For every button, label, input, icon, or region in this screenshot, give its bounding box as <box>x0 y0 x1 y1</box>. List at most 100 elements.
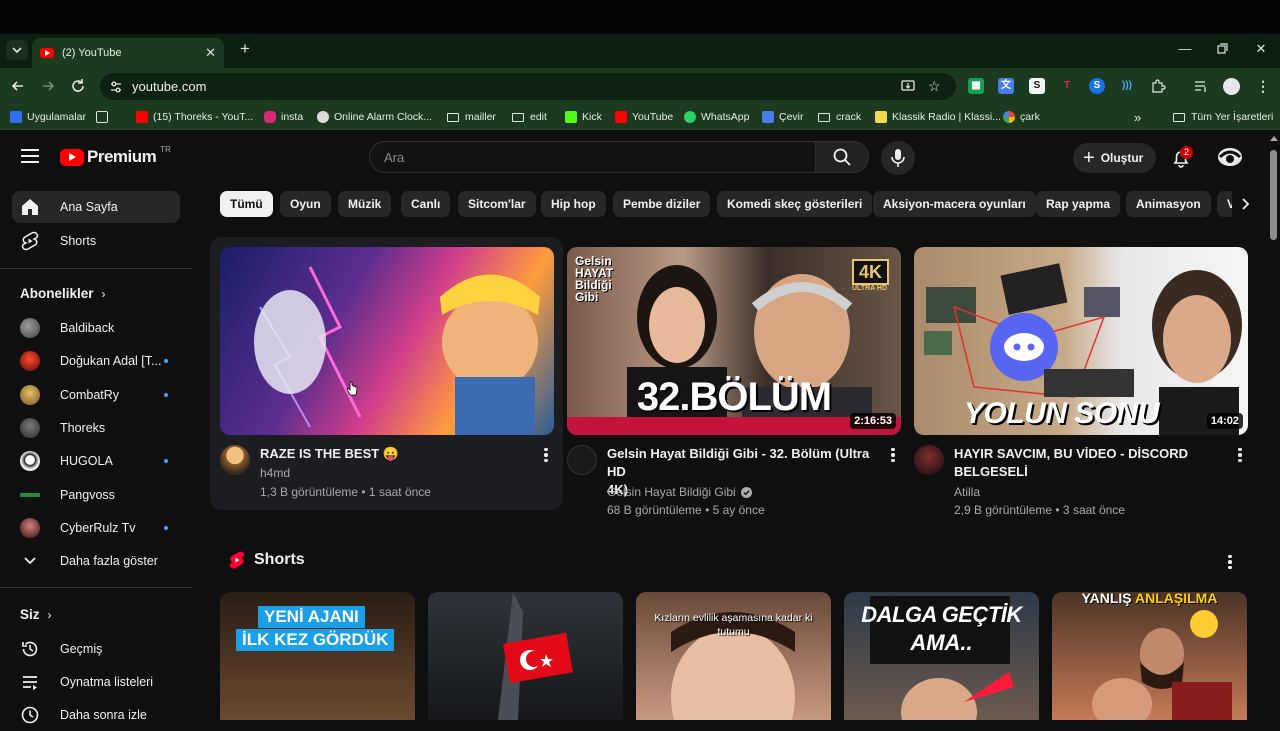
chip-action-adventure[interactable]: Aksiyon-macera oyunları <box>873 191 1036 217</box>
short-thumbnail[interactable] <box>428 592 623 720</box>
video-channel[interactable]: Atilla <box>954 485 980 499</box>
media-controls-icon[interactable] <box>1193 78 1209 94</box>
scroll-up-arrow-icon[interactable] <box>1270 136 1278 141</box>
video-thumbnail[interactable]: Gelsin HAYAT Bildiği Gibi 4K ULTRA HD 32… <box>567 247 901 435</box>
subscription-pangvoss[interactable]: Pangvoss <box>12 479 180 511</box>
folder-icon <box>1173 112 1185 122</box>
short-thumbnail[interactable]: DALGA GEÇTİK AMA.. <box>844 592 1039 720</box>
bookmark-apps[interactable]: Uygulamalar <box>10 109 86 125</box>
chip-soap-operas[interactable]: Pembe diziler <box>613 191 711 217</box>
forward-button[interactable] <box>38 76 58 96</box>
bookmark-alarm[interactable]: Online Alarm Clock... <box>317 109 432 125</box>
search-box[interactable] <box>369 141 816 173</box>
account-avatar[interactable] <box>1216 145 1244 169</box>
voice-search-button[interactable] <box>881 141 915 175</box>
subscription-label: Pangvoss <box>60 488 115 502</box>
extension-s-icon[interactable]: S <box>1029 78 1045 94</box>
subscription-combatry[interactable]: CombatRy <box>12 379 180 411</box>
short-thumbnail[interactable]: YENİ AJANI İLK KEZ GÖRDÜK <box>220 592 415 720</box>
extension-translate-icon[interactable]: 文 <box>998 78 1014 94</box>
install-app-icon[interactable] <box>901 80 915 93</box>
bookmark-kick[interactable]: Kick <box>565 109 602 125</box>
chips-next-button[interactable] <box>1232 191 1258 217</box>
bookmark-cevir[interactable]: Çevir <box>762 109 804 125</box>
bookmark-cark[interactable]: çark <box>1003 109 1040 125</box>
sidebar-item-playlists[interactable]: Oynatma listeleri <box>12 666 180 698</box>
channel-avatar[interactable] <box>220 445 250 475</box>
video-thumbnail[interactable] <box>220 247 554 435</box>
channel-avatar[interactable] <box>914 445 944 475</box>
chip-all[interactable]: Tümü <box>220 191 273 217</box>
sidebar-item-home[interactable]: Ana Sayfa <box>12 191 180 223</box>
extensions-puzzle-icon[interactable] <box>1150 78 1166 94</box>
sidebar-item-shorts[interactable]: Shorts <box>12 225 180 257</box>
all-bookmarks[interactable]: Tüm Yer İşaretleri <box>1173 109 1273 125</box>
subscription-cyberrulz[interactable]: CyberRulz Tv <box>12 512 180 544</box>
extension-t-icon[interactable]: T <box>1059 78 1075 94</box>
browser-tab[interactable]: (2) YouTube ✕ <box>32 38 224 68</box>
chip-hiphop[interactable]: Hip hop <box>541 191 606 217</box>
bookmark-whatsapp[interactable]: WhatsApp <box>684 109 749 125</box>
subscription-baldiback[interactable]: Baldiback <box>12 312 180 344</box>
chip-gaming[interactable]: Oyun <box>280 191 331 217</box>
reload-button[interactable] <box>68 76 88 96</box>
short-thumbnail[interactable]: Kızların evlilik aşamasına kadar ki tutu… <box>636 592 831 720</box>
extension-audio-icon[interactable]: ))) <box>1119 78 1135 94</box>
new-tab-button[interactable]: + <box>236 40 254 58</box>
chip-sitcoms[interactable]: Sitcom'lar <box>458 191 536 217</box>
subscription-dogukan-adal[interactable]: Doğukan Adal [T... <box>12 345 180 377</box>
close-tab-icon[interactable]: ✕ <box>205 45 216 61</box>
extension-shazam-icon[interactable]: S <box>1089 78 1105 94</box>
video-thumbnail[interactable]: YOLUN SONU 14:02 <box>914 247 1248 435</box>
extension-sheets-icon[interactable]: ▦ <box>968 78 984 94</box>
sidebar-item-history[interactable]: Geçmiş <box>12 633 180 665</box>
bookmark-youtube[interactable]: YouTube <box>615 109 673 125</box>
subscription-label: Doğukan Adal [T... <box>60 354 162 368</box>
video-title[interactable]: RAZE IS THE BEST 😛 <box>260 445 530 463</box>
bookmark-insta[interactable]: insta <box>264 109 303 125</box>
tab-search-button[interactable] <box>6 40 28 60</box>
short-thumbnail[interactable]: YANLIŞ ANLAŞILMA <box>1052 592 1247 720</box>
guide-menu-icon[interactable] <box>21 149 39 163</box>
video-title[interactable]: HAYIR SAVCIM, BU VİDEO - DİSCORD BELGESE… <box>954 445 1234 481</box>
video-menu-icon[interactable] <box>1232 446 1248 464</box>
subscription-hugola[interactable]: HUGOLA <box>12 445 180 477</box>
chip-music[interactable]: Müzik <box>338 191 392 217</box>
bookmark-klassik[interactable]: Klassik Radio | Klassi... <box>875 109 1001 125</box>
browser-menu-icon[interactable]: ⋮ <box>1255 78 1271 94</box>
sidebar-item-watch-later[interactable]: Daha sonra izle <box>12 699 180 731</box>
you-heading[interactable]: Siz › <box>20 607 52 622</box>
bookmark-grid[interactable] <box>96 109 113 125</box>
video-menu-icon[interactable] <box>885 446 901 464</box>
shorts-menu-icon[interactable] <box>1222 553 1238 571</box>
bookmark-star-icon[interactable]: ☆ <box>928 78 941 95</box>
bookmark-edit[interactable]: edit <box>512 109 547 125</box>
chip-live[interactable]: Canlı <box>401 191 451 217</box>
address-bar[interactable]: youtube.com <box>100 73 956 100</box>
show-more-button[interactable]: Daha fazla göster <box>12 545 180 577</box>
back-button[interactable] <box>8 76 28 96</box>
close-window-button[interactable]: ✕ <box>1251 40 1271 58</box>
subscriptions-heading[interactable]: Abonelikler › <box>20 286 106 301</box>
chip-sketch-comedy[interactable]: Komedi skeç gösterileri <box>717 191 873 217</box>
chip-animation[interactable]: Animasyon <box>1126 191 1211 217</box>
youtube-premium-logo[interactable]: Premium TR <box>60 145 171 167</box>
search-button[interactable] <box>815 141 869 173</box>
search-input[interactable] <box>370 142 815 172</box>
profile-avatar-icon[interactable] <box>1223 78 1240 95</box>
bookmark-mailler[interactable]: mailler <box>447 109 496 125</box>
create-button[interactable]: + Oluştur <box>1073 143 1156 173</box>
subscription-thoreks[interactable]: Thoreks <box>12 412 180 444</box>
scrollbar-thumb[interactable] <box>1270 150 1277 240</box>
more-bookmarks-icon[interactable]: » <box>1134 109 1141 125</box>
minimize-button[interactable]: — <box>1175 40 1195 58</box>
bookmark-thoreks[interactable]: (15) Thoreks - YouT... <box>136 109 253 125</box>
restore-button[interactable] <box>1212 40 1232 58</box>
channel-avatar[interactable] <box>567 445 597 475</box>
chip-rap[interactable]: Rap yapma <box>1036 191 1121 217</box>
bookmark-crack[interactable]: crack <box>818 109 861 125</box>
video-channel[interactable]: h4md <box>260 466 290 480</box>
video-channel[interactable]: Gelsin Hayat Bildiği Gibi <box>607 485 752 499</box>
video-menu-icon[interactable] <box>538 446 554 464</box>
site-info-icon[interactable] <box>109 80 123 94</box>
